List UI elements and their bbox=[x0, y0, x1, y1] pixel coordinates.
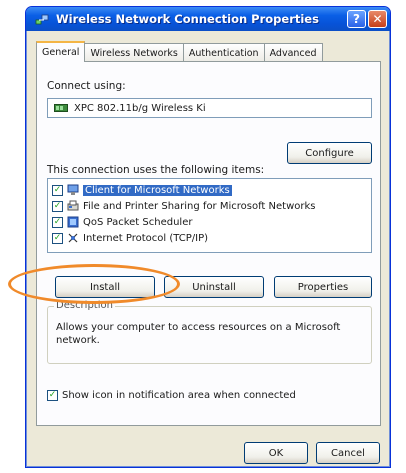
qos-scheduler-icon bbox=[67, 216, 79, 228]
item-checkbox[interactable]: ✓ bbox=[52, 200, 63, 212]
list-item[interactable]: ✓ Internet Protocol (TCP/IP) bbox=[52, 230, 367, 246]
list-item[interactable]: ✓ Client for Microsoft Networks bbox=[52, 182, 367, 198]
general-tab-panel: Connect using: XPC 802.11b/g Wireless Ki… bbox=[36, 61, 381, 426]
close-button[interactable]: ✕ bbox=[368, 10, 387, 28]
cancel-button[interactable]: Cancel bbox=[316, 442, 380, 464]
connect-using-label: Connect using: bbox=[47, 80, 126, 92]
install-button[interactable]: Install bbox=[55, 276, 155, 298]
file-printer-sharing-icon bbox=[67, 200, 79, 212]
list-item[interactable]: ✓ File and Printer Sharing for Microsoft… bbox=[52, 198, 367, 214]
components-list[interactable]: ✓ Client for Microsoft Networks ✓ File a… bbox=[47, 178, 372, 253]
properties-dialog: Wireless Network Connection Properties ?… bbox=[25, 6, 391, 468]
description-legend: Description bbox=[54, 300, 115, 311]
protocol-icon bbox=[67, 232, 79, 244]
item-checkbox[interactable]: ✓ bbox=[52, 184, 63, 196]
close-icon: ✕ bbox=[372, 12, 383, 26]
adapter-name: XPC 802.11b/g Wireless Ki bbox=[74, 102, 206, 114]
tab-wireless-networks[interactable]: Wireless Networks bbox=[84, 43, 184, 62]
item-label: File and Printer Sharing for Microsoft N… bbox=[83, 200, 316, 212]
title-bar[interactable]: Wireless Network Connection Properties ?… bbox=[26, 7, 390, 31]
item-label: Client for Microsoft Networks bbox=[83, 184, 232, 196]
configure-button[interactable]: Configure bbox=[287, 142, 372, 164]
description-text: Allows your computer to access resources… bbox=[56, 322, 341, 346]
show-icon-checkbox[interactable]: ✓ bbox=[47, 390, 58, 401]
window-title: Wireless Network Connection Properties bbox=[56, 12, 319, 26]
ok-button[interactable]: OK bbox=[244, 442, 308, 464]
tab-strip: General Wireless Networks Authentication… bbox=[36, 41, 323, 62]
item-checkbox[interactable]: ✓ bbox=[52, 216, 63, 228]
description-group: Description Allows your computer to acce… bbox=[47, 300, 372, 364]
tab-general[interactable]: General bbox=[36, 41, 86, 62]
help-icon: ? bbox=[353, 12, 360, 26]
adapter-field: XPC 802.11b/g Wireless Ki bbox=[47, 98, 372, 118]
help-button[interactable]: ? bbox=[347, 10, 366, 28]
network-adapter-icon bbox=[54, 103, 68, 113]
item-label: QoS Packet Scheduler bbox=[83, 216, 193, 228]
item-checkbox[interactable]: ✓ bbox=[52, 232, 63, 244]
network-client-icon bbox=[67, 184, 79, 196]
show-icon-label: Show icon in notification area when conn… bbox=[62, 390, 296, 401]
item-label: Internet Protocol (TCP/IP) bbox=[83, 232, 209, 244]
network-connection-icon bbox=[34, 11, 50, 27]
tab-authentication[interactable]: Authentication bbox=[182, 43, 265, 62]
tab-advanced[interactable]: Advanced bbox=[263, 43, 323, 62]
components-label: This connection uses the following items… bbox=[47, 164, 265, 176]
list-item[interactable]: ✓ QoS Packet Scheduler bbox=[52, 214, 367, 230]
show-icon-option[interactable]: ✓ Show icon in notification area when co… bbox=[47, 390, 296, 401]
properties-button[interactable]: Properties bbox=[274, 276, 372, 298]
uninstall-button[interactable]: Uninstall bbox=[164, 276, 264, 298]
